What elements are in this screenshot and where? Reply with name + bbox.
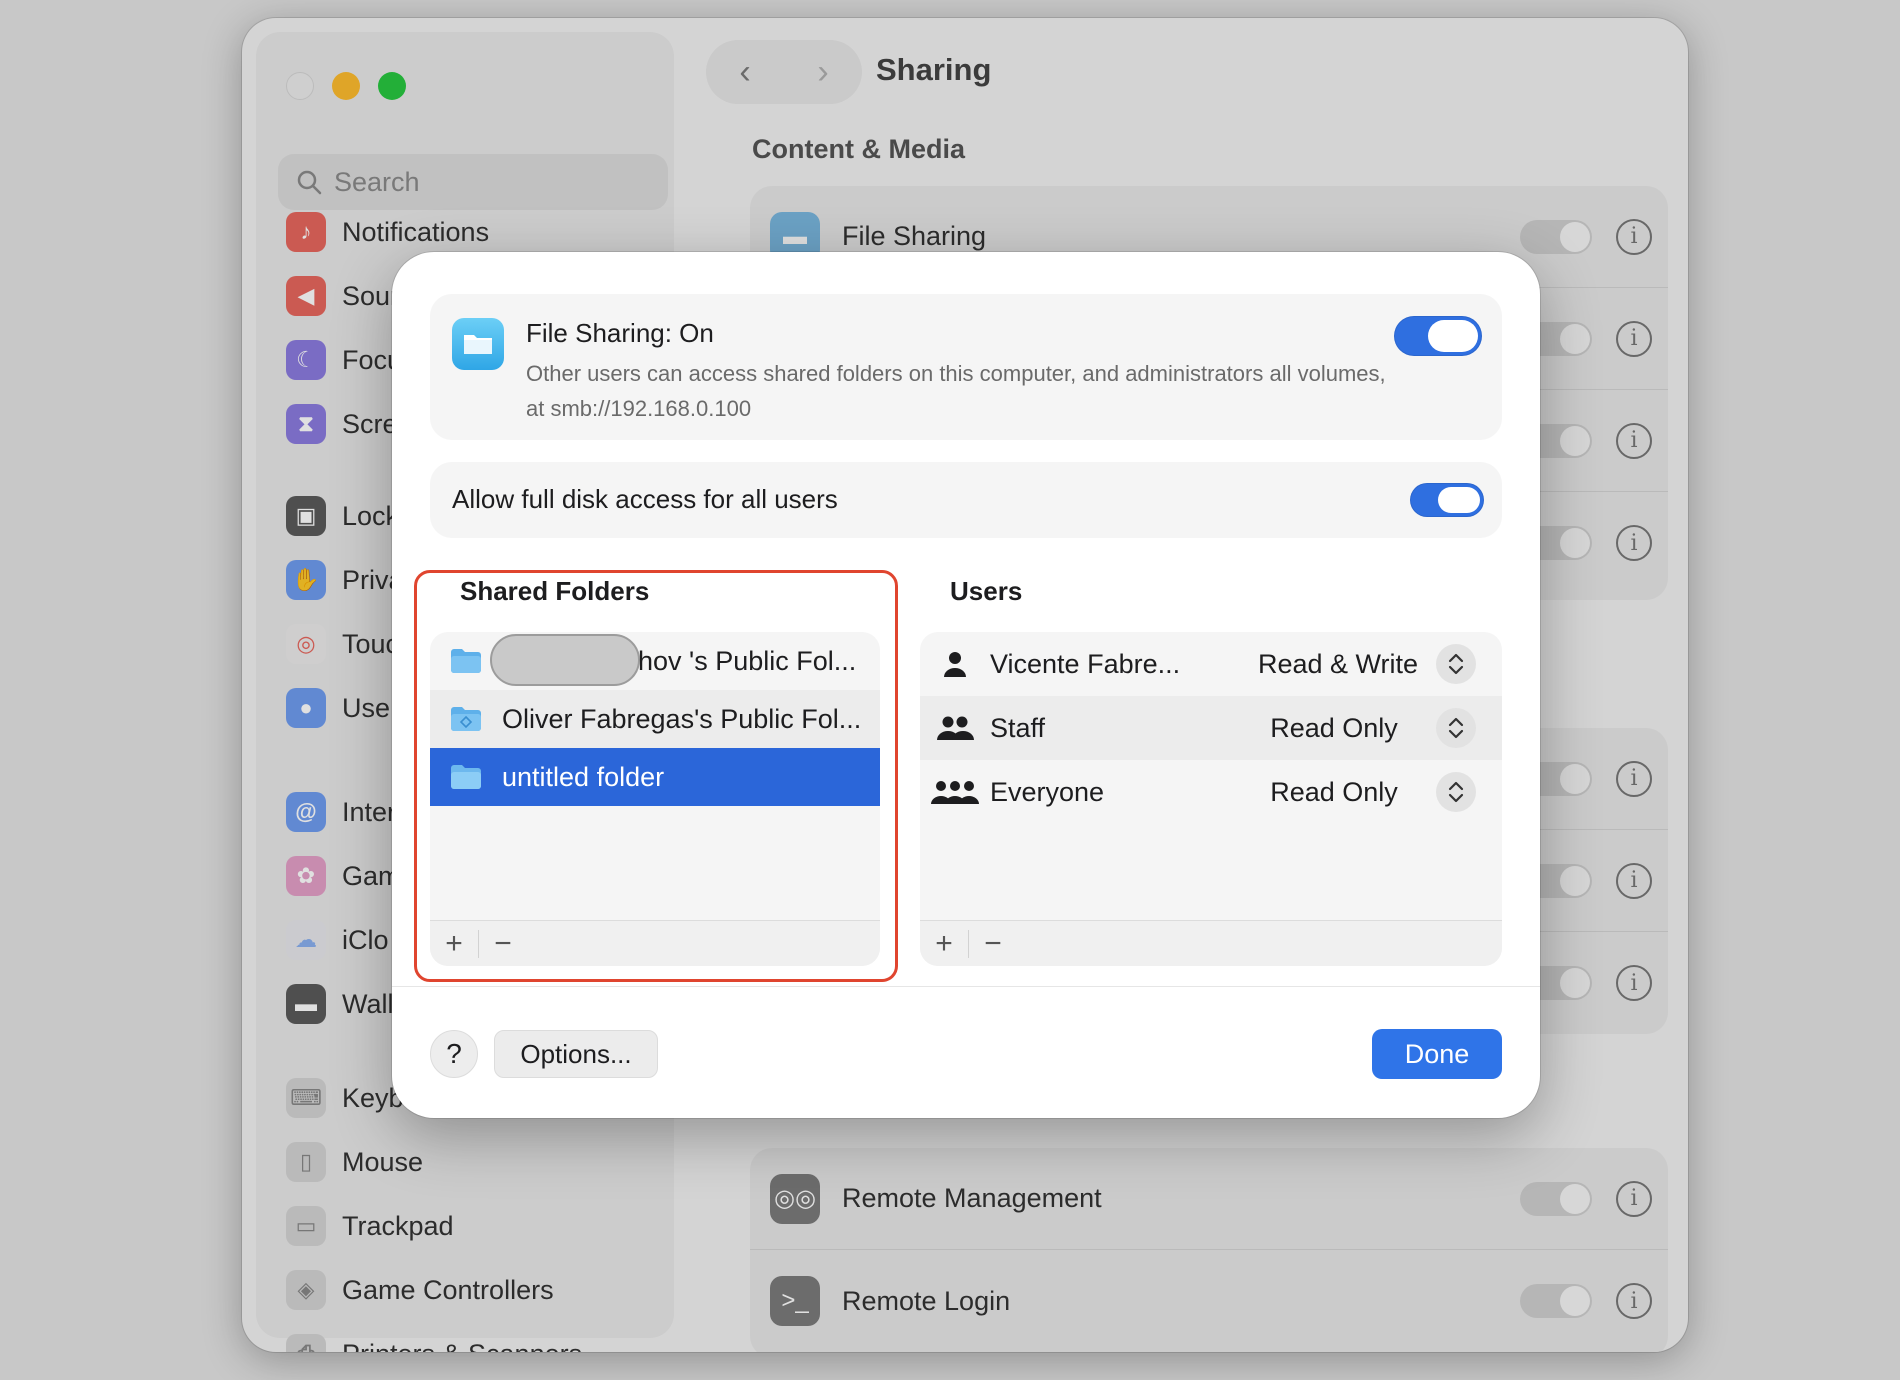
chevron-up-down-icon[interactable] — [1436, 772, 1476, 812]
shared-folders-toolbar: + − — [430, 920, 880, 966]
folder-icon — [452, 318, 504, 370]
person-icon — [944, 652, 966, 677]
file-sharing-dialog: File Sharing: On Other users can access … — [392, 252, 1540, 1118]
remove-folder-button[interactable]: − — [479, 921, 527, 967]
file-sharing-panel: File Sharing: On Other users can access … — [430, 294, 1502, 440]
folder-name: hov 's Public Fol... — [638, 645, 857, 676]
toggle-knob — [1428, 320, 1478, 352]
list-item[interactable]: hov 's Public Fol... — [430, 632, 880, 690]
user-row[interactable]: Everyone Read Only — [920, 760, 1502, 824]
user-name: Staff — [990, 712, 1046, 743]
user-row[interactable]: Vicente Fabre... Read & Write — [920, 632, 1502, 696]
users-toolbar: + − — [920, 920, 1502, 966]
user-row[interactable]: Staff Read Only — [920, 696, 1502, 760]
file-sharing-toggle[interactable] — [1394, 316, 1482, 356]
chevron-up-down-icon[interactable] — [1436, 708, 1476, 748]
done-button[interactable]: Done — [1372, 1029, 1502, 1079]
folder-icon — [451, 765, 481, 789]
chevron-up-down-icon[interactable] — [1436, 644, 1476, 684]
folder-name: untitled folder — [502, 761, 665, 792]
redacted-name — [490, 634, 640, 686]
user-permission[interactable]: Read Only — [1258, 777, 1410, 808]
add-user-button[interactable]: + — [920, 921, 968, 967]
user-permission[interactable]: Read Only — [1258, 713, 1410, 744]
file-sharing-description: Other users can access shared folders on… — [526, 361, 1386, 421]
options-button[interactable]: Options... — [494, 1030, 658, 1078]
full-disk-access-panel: Allow full disk access for all users — [430, 462, 1502, 538]
folder-icon — [451, 649, 481, 673]
list-item[interactable]: Oliver Fabregas's Public Fol... — [430, 690, 880, 748]
full-disk-access-label: Allow full disk access for all users — [452, 484, 838, 514]
user-name: Vicente Fabre... — [990, 648, 1181, 679]
shared-folders-heading: Shared Folders — [460, 576, 650, 606]
file-sharing-title: File Sharing: On — [526, 318, 714, 348]
remove-user-button[interactable]: − — [969, 921, 1017, 967]
public-folder-icon — [451, 707, 481, 731]
footer-divider — [392, 986, 1540, 987]
folder-name: Oliver Fabregas's Public Fol... — [502, 703, 862, 734]
group-icon — [937, 716, 974, 740]
list-item-selected[interactable]: untitled folder — [430, 748, 880, 806]
toggle-knob — [1438, 487, 1480, 513]
user-permission[interactable]: Read & Write — [1258, 649, 1418, 680]
user-name: Everyone — [990, 776, 1105, 807]
shared-folders-list: hov 's Public Fol... Oliver Fabregas's P… — [430, 632, 880, 966]
full-disk-access-toggle[interactable] — [1410, 483, 1484, 517]
add-folder-button[interactable]: + — [430, 921, 478, 967]
everyone-icon — [931, 781, 979, 804]
help-button[interactable]: ? — [430, 1030, 478, 1078]
users-list: Vicente Fabre... Read & Write Staff Read… — [920, 632, 1502, 966]
users-heading: Users — [950, 576, 1023, 606]
